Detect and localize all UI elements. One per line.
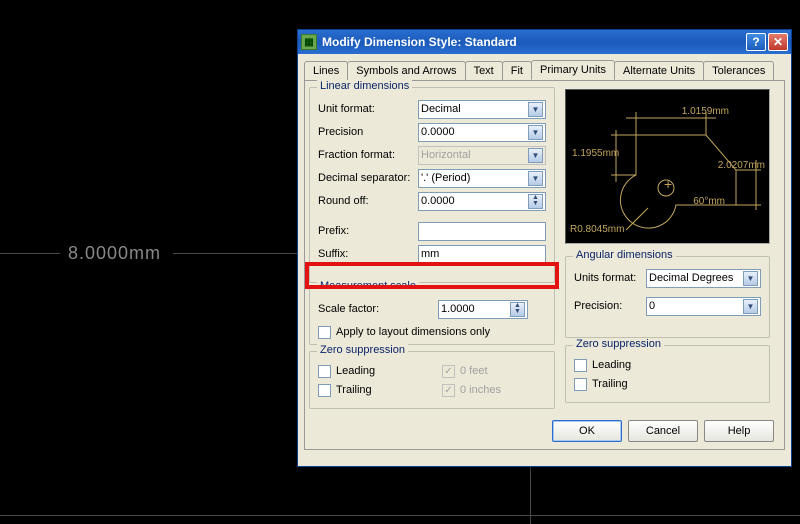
bg-line <box>0 515 800 516</box>
label-decimal-separator: Decimal separator: <box>318 172 418 184</box>
chevron-down-icon: ▼ <box>743 299 758 314</box>
checkbox-0inches <box>442 384 455 397</box>
dialog-title: Modify Dimension Style: Standard <box>322 35 744 49</box>
checkbox-apply-layout[interactable] <box>318 326 331 339</box>
input-suffix[interactable]: mm <box>418 245 546 264</box>
close-icon[interactable]: ✕ <box>768 33 788 51</box>
help-icon[interactable]: ? <box>746 33 766 51</box>
label-suffix: Suffix: <box>318 248 418 260</box>
chevron-down-icon: ▼ <box>528 171 543 186</box>
label-leading-angular: Leading <box>592 359 631 371</box>
ok-button[interactable]: OK <box>552 420 622 442</box>
cancel-button[interactable]: Cancel <box>628 420 698 442</box>
label-leading-linear: Leading <box>336 365 375 377</box>
label-precision: Precision <box>318 126 418 138</box>
titlebar: ▦ Modify Dimension Style: Standard ? ✕ <box>298 30 791 54</box>
spinner-buttons-icon: ▲▼ <box>528 194 543 209</box>
tab-fit[interactable]: Fit <box>502 61 532 81</box>
group-measurement-scale: Measurement scale Scale factor: 1.0000 ▲… <box>309 287 555 345</box>
label-fraction-format: Fraction format: <box>318 149 418 161</box>
chevron-down-icon: ▼ <box>528 148 543 163</box>
app-icon: ▦ <box>301 34 317 50</box>
tab-primary-units[interactable]: Primary Units <box>531 60 615 80</box>
tab-strip: Lines Symbols and Arrows Text Fit Primar… <box>298 54 791 80</box>
spinner-round-off[interactable]: 0.0000 ▲▼ <box>418 192 546 211</box>
tab-symbols-arrows[interactable]: Symbols and Arrows <box>347 61 465 81</box>
label-scale-factor: Scale factor: <box>318 303 438 315</box>
select-angular-units-format[interactable]: Decimal Degrees ▼ <box>646 269 761 288</box>
select-precision-value: 0.0000 <box>421 126 455 138</box>
spinner-scale-factor[interactable]: 1.0000 ▲▼ <box>438 300 528 319</box>
chevron-down-icon: ▼ <box>528 125 543 140</box>
legend-linear: Linear dimensions <box>317 80 412 92</box>
chevron-down-icon: ▼ <box>743 271 758 286</box>
checkbox-trailing-angular[interactable] <box>574 378 587 391</box>
label-unit-format: Unit format: <box>318 103 418 115</box>
checkbox-0feet <box>442 365 455 378</box>
bg-line <box>0 253 60 254</box>
select-angular-precision-value: 0 <box>649 300 655 312</box>
checkbox-trailing-linear[interactable] <box>318 384 331 397</box>
select-fraction-format-value: Horizontal <box>421 149 471 161</box>
input-prefix[interactable] <box>418 222 546 241</box>
chevron-down-icon: ▼ <box>528 102 543 117</box>
select-angular-units-format-value: Decimal Degrees <box>649 272 733 284</box>
tab-text[interactable]: Text <box>465 61 503 81</box>
preview-pane: 1.0159mm 2.0207mm 1.1955mm R0.8045mm 60°… <box>565 89 770 244</box>
tab-alternate-units[interactable]: Alternate Units <box>614 61 704 81</box>
label-prefix: Prefix: <box>318 225 418 237</box>
select-decimal-separator-value: '.' (Period) <box>421 172 470 184</box>
checkbox-leading-angular[interactable] <box>574 359 587 372</box>
label-angular-units-format: Units format: <box>574 272 646 284</box>
label-0inches: 0 inches <box>460 384 501 396</box>
label-apply-layout: Apply to layout dimensions only <box>336 326 490 338</box>
help-button[interactable]: Help <box>704 420 774 442</box>
bg-dimension-text: 8.0000mm <box>68 243 161 264</box>
spinner-scale-factor-value: 1.0000 <box>441 303 475 315</box>
spinner-round-off-value: 0.0000 <box>421 195 455 207</box>
preview-drawing <box>566 90 769 243</box>
select-precision[interactable]: 0.0000 ▼ <box>418 123 546 142</box>
dialog-button-row: OK Cancel Help <box>552 420 774 442</box>
legend-scale: Measurement scale <box>317 280 419 292</box>
tab-panel-primary-units: Linear dimensions Unit format: Decimal ▼… <box>304 80 785 450</box>
select-unit-format[interactable]: Decimal ▼ <box>418 100 546 119</box>
label-0feet: 0 feet <box>460 365 488 377</box>
select-fraction-format: Horizontal ▼ <box>418 146 546 165</box>
select-decimal-separator[interactable]: '.' (Period) ▼ <box>418 169 546 188</box>
tab-lines[interactable]: Lines <box>304 61 348 81</box>
label-trailing-linear: Trailing <box>336 384 372 396</box>
group-linear-dimensions: Linear dimensions Unit format: Decimal ▼… <box>309 87 555 283</box>
spinner-buttons-icon: ▲▼ <box>510 302 525 317</box>
legend-zero-linear: Zero suppression <box>317 344 408 356</box>
legend-zero-angular: Zero suppression <box>573 338 664 350</box>
bg-line <box>173 253 303 254</box>
checkbox-leading-linear[interactable] <box>318 365 331 378</box>
label-angular-precision: Precision: <box>574 300 646 312</box>
select-angular-precision[interactable]: 0 ▼ <box>646 297 761 316</box>
tab-tolerances[interactable]: Tolerances <box>703 61 774 81</box>
label-trailing-angular: Trailing <box>592 378 628 390</box>
group-zero-suppression-angular: Zero suppression Leading Trailing <box>565 345 770 403</box>
group-angular-dimensions: Angular dimensions Units format: Decimal… <box>565 256 770 338</box>
dimension-style-dialog: ▦ Modify Dimension Style: Standard ? ✕ L… <box>297 29 792 467</box>
legend-angular: Angular dimensions <box>573 249 676 261</box>
label-round-off: Round off: <box>318 195 418 207</box>
select-unit-format-value: Decimal <box>421 103 461 115</box>
input-suffix-value: mm <box>421 248 439 260</box>
group-zero-suppression-linear: Zero suppression Leading Trailing 0 <box>309 351 555 409</box>
